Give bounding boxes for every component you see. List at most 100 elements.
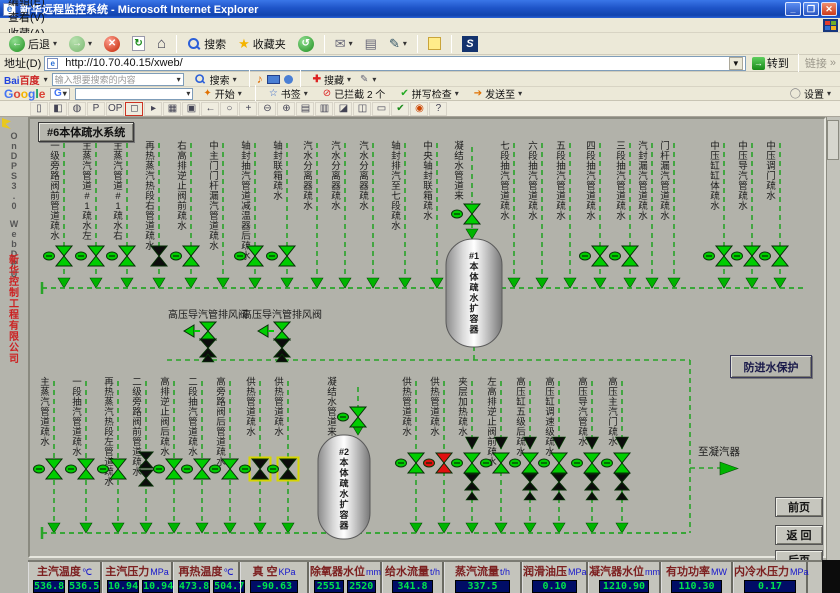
valve-body[interactable] (280, 459, 296, 479)
valve-body[interactable] (552, 474, 566, 490)
google-spellcheck-button[interactable]: ✔ 拼写检查 ▾ (395, 88, 463, 100)
valve-body[interactable] (222, 459, 238, 479)
record-icon[interactable]: ◉ (410, 102, 428, 116)
zoom-out-icon[interactable]: ⊖ (258, 102, 276, 116)
valve-body[interactable] (200, 322, 216, 340)
stop-button[interactable]: ✕ (99, 34, 125, 54)
zoom-select-icon[interactable]: ◻ (125, 102, 143, 116)
google-logo[interactable]: Google (4, 87, 45, 101)
maximize-button[interactable]: ❐ (803, 2, 819, 16)
go-button[interactable]: → 转到 (749, 56, 792, 71)
google-sendto-button[interactable]: ➔ 发送至 ▾ (469, 88, 527, 100)
valve-body[interactable] (464, 204, 480, 224)
valve-body[interactable] (436, 453, 452, 473)
baidu-video-icon[interactable] (267, 75, 280, 84)
google-settings-button[interactable]: ◯ 设置 ▾ (785, 88, 836, 100)
water-induction-protection-button[interactable]: 防进水保护 (730, 355, 812, 378)
google-bookmarks-button[interactable]: ☆ 书签 ▾ (264, 88, 313, 100)
valve-body[interactable] (183, 246, 199, 266)
mail-dropdown-icon[interactable]: ▾ (349, 39, 353, 48)
links-chevron[interactable]: » (830, 57, 836, 69)
menu-item-2[interactable]: 查看(V) (0, 9, 53, 25)
report-icon[interactable]: ▤ (296, 102, 314, 116)
valve-body[interactable] (522, 453, 538, 473)
valve-body[interactable] (551, 453, 567, 473)
zoom-icon[interactable]: ○ (220, 102, 238, 116)
links-label[interactable]: 链接 (805, 55, 827, 71)
history-button[interactable]: ↺ (293, 34, 319, 54)
op-icon[interactable]: OP (106, 102, 124, 116)
forward-dropdown-icon[interactable]: ▾ (88, 39, 92, 48)
forward-button[interactable]: → ▾ (64, 34, 97, 54)
valve-body[interactable] (584, 453, 600, 473)
valve-body[interactable] (151, 246, 167, 266)
refresh-button[interactable]: ↻ (127, 34, 150, 54)
valve-body[interactable] (585, 474, 599, 490)
picture-icon[interactable]: ▥ (315, 102, 333, 116)
baidu-more-dropdown-icon[interactable]: ▾ (372, 75, 376, 84)
edit-button[interactable]: ✎▾ (384, 34, 412, 54)
valve-body[interactable] (194, 459, 210, 479)
pan-icon[interactable]: + (239, 102, 257, 116)
baidu-logo[interactable]: Bai百度 (4, 72, 40, 87)
valve-body[interactable] (592, 246, 608, 266)
google-start-button[interactable]: ✦ 开始 ▾ (198, 88, 246, 100)
address-url[interactable]: http://10.70.40.15/xweb/ (65, 57, 726, 69)
valve-body[interactable] (252, 459, 268, 479)
google-search-input[interactable]: ▾ (75, 88, 193, 100)
baidu-input-dropdown-icon[interactable]: ▾ (177, 75, 181, 84)
back-icon[interactable]: ← (201, 102, 219, 116)
valve-body[interactable] (615, 474, 629, 490)
back-button[interactable]: ← 后退 ▾ (4, 34, 62, 54)
image-icon[interactable]: ▣ (182, 102, 200, 116)
valve-body[interactable] (78, 459, 94, 479)
scrollbar-thumb[interactable] (827, 120, 839, 160)
valve-body[interactable] (772, 246, 788, 266)
open-icon[interactable]: ◧ (49, 102, 67, 116)
valve-body[interactable] (274, 322, 290, 340)
web-icon[interactable]: ◍ (68, 102, 86, 116)
print-icon[interactable]: ▭ (372, 102, 390, 116)
valve-body[interactable] (716, 246, 732, 266)
valve-body[interactable] (56, 246, 72, 266)
close-button[interactable]: ✕ (821, 2, 837, 16)
valve-body[interactable] (166, 459, 182, 479)
valve-body[interactable] (139, 470, 153, 486)
valve-body[interactable] (88, 246, 104, 266)
valve-body[interactable] (350, 407, 366, 427)
valve-body[interactable] (523, 474, 537, 490)
trend-icon[interactable]: ◪ (334, 102, 352, 116)
home-button[interactable]: ⌂ (152, 34, 171, 54)
notes-button[interactable] (423, 34, 446, 54)
minimize-button[interactable]: _ (785, 2, 801, 16)
scrollbar-track[interactable] (826, 117, 840, 560)
baidu-search-button[interactable]: 搜索 ▾ (188, 73, 242, 86)
google-popup-blocker-button[interactable]: ⊘ 已拦截 2 个 (318, 88, 391, 100)
valve-body[interactable] (279, 246, 295, 266)
baidu-edit-icon[interactable]: ✎ (360, 74, 368, 85)
mail-button[interactable]: ✉ ▾ (330, 34, 358, 54)
baidu-search-input[interactable]: 输入想要搜索的内容 ▾ (52, 73, 184, 86)
baidu-logo-dropdown-icon[interactable]: ▾ (44, 75, 48, 84)
baidu-user-icon[interactable] (284, 75, 293, 84)
address-field[interactable]: e http://10.70.40.15/xweb/ ▼ (44, 56, 746, 71)
back-dropdown-icon[interactable]: ▾ (53, 39, 57, 48)
baidu-collect-button[interactable]: ✚ 搜藏 ▾ (308, 73, 356, 86)
new-icon[interactable]: ▯ (30, 102, 48, 116)
grid-icon[interactable]: ▦ (163, 102, 181, 116)
p-icon[interactable]: P (87, 102, 105, 116)
return-button[interactable]: 返 回 (775, 525, 823, 545)
thunder-button[interactable]: S (457, 34, 483, 54)
key-icon[interactable]: ? (429, 102, 447, 116)
baidu-music-icon[interactable]: ♪ (257, 72, 263, 86)
google-g-box[interactable]: G▾ (50, 88, 70, 100)
menu-item-1[interactable]: 编辑(E) (0, 0, 53, 9)
favorites-button[interactable]: ★ 收藏夹 (233, 34, 291, 54)
valve-body[interactable] (46, 459, 62, 479)
valve-body[interactable] (614, 453, 630, 473)
window-icon[interactable]: ◫ (353, 102, 371, 116)
valve-body[interactable] (119, 246, 135, 266)
address-dropdown-button[interactable]: ▼ (729, 57, 743, 70)
prev-page-button[interactable]: 前页 (775, 497, 823, 517)
valve-body[interactable] (744, 246, 760, 266)
